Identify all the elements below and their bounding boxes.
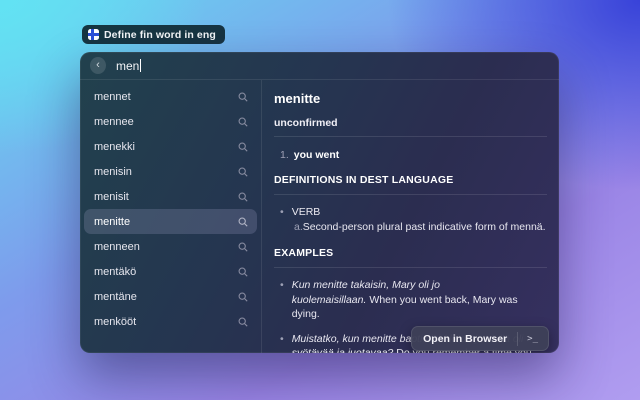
- detail-title: menitte: [274, 91, 547, 106]
- list-item[interactable]: menekki: [84, 134, 257, 159]
- search-icon: [238, 267, 248, 277]
- list-item[interactable]: menneen: [84, 234, 257, 259]
- detail-pane: menitte unconfirmed 1. you went DEFINITIO…: [262, 80, 559, 353]
- translation-text: you went: [294, 149, 340, 161]
- list-item[interactable]: menisin: [84, 159, 257, 184]
- divider: [274, 267, 547, 268]
- search-icon: [238, 242, 248, 252]
- definition-text: Second-person plural past indicative for…: [303, 221, 546, 233]
- part-of-speech-label: VERB: [292, 206, 321, 218]
- search-input[interactable]: men: [116, 59, 141, 73]
- search-icon: [238, 217, 248, 227]
- list-item-label: menekki: [94, 141, 135, 153]
- list-item-selected[interactable]: menitte: [84, 209, 257, 234]
- divider: [274, 136, 547, 137]
- example-text: Kun menitte takaisin, Mary oli jo kuolem…: [292, 278, 547, 321]
- desktop: { "hotkey_badge": { "label": "Define fin…: [0, 0, 640, 400]
- list-item-label: mentäkö: [94, 266, 136, 278]
- open-in-browser-label: Open in Browser: [423, 333, 517, 345]
- list-item-label: menisit: [94, 191, 129, 203]
- search-icon: [238, 317, 248, 327]
- chevron-left-icon: ‹: [96, 60, 100, 71]
- hotkey-badge[interactable]: Define fin word in eng: [82, 25, 225, 44]
- search-bar: ‹ men: [80, 52, 559, 80]
- search-icon: [238, 117, 248, 127]
- window-body: mennet mennee menekki menisin menisit me…: [80, 80, 559, 353]
- bullet-icon: •: [280, 206, 284, 218]
- list-item[interactable]: mentäne: [84, 284, 257, 309]
- list-item-label: mennee: [94, 116, 134, 128]
- search-icon: [238, 167, 248, 177]
- open-in-browser-button[interactable]: Open in Browser >_: [411, 326, 549, 351]
- examples-header: EXAMPLES: [274, 247, 547, 259]
- example-item: • Kun menitte takaisin, Mary oli jo kuol…: [280, 278, 547, 321]
- bullet-icon: •: [280, 332, 284, 353]
- word-list: mennet mennee menekki menisin menisit me…: [80, 80, 262, 353]
- finnish-flag-icon: [88, 29, 99, 40]
- list-item-label: mentäne: [94, 291, 137, 303]
- list-item[interactable]: mennee: [84, 109, 257, 134]
- list-item-label: menisin: [94, 166, 132, 178]
- translation-number: 1.: [280, 149, 289, 161]
- list-item[interactable]: mentäkö: [84, 259, 257, 284]
- search-icon: [238, 142, 248, 152]
- text-caret: [140, 59, 141, 72]
- part-of-speech: • VERB: [280, 206, 547, 218]
- back-button[interactable]: ‹: [90, 57, 106, 74]
- list-item-label: mennet: [94, 91, 131, 103]
- definitions-header: DEFINITIONS IN DEST LANGUAGE: [274, 174, 547, 186]
- search-icon: [238, 292, 248, 302]
- list-item-label: menitte: [94, 216, 130, 228]
- list-item-label: menkööt: [94, 316, 136, 328]
- search-icon: [238, 192, 248, 202]
- list-item[interactable]: menkööt: [84, 309, 257, 334]
- hotkey-badge-label: Define fin word in eng: [104, 29, 216, 41]
- list-item-label: menneen: [94, 241, 140, 253]
- enter-key-icon: >_: [517, 332, 541, 346]
- bullet-icon: •: [280, 278, 284, 321]
- search-icon: [238, 92, 248, 102]
- search-input-value: men: [116, 59, 139, 73]
- launcher-window: ‹ men mennet mennee menekki menisin meni…: [80, 52, 559, 353]
- list-item[interactable]: menisit: [84, 184, 257, 209]
- detail-status: unconfirmed: [274, 117, 547, 129]
- divider: [274, 194, 547, 195]
- translation-item: 1. you went: [280, 149, 547, 161]
- list-item[interactable]: mennet: [84, 84, 257, 109]
- definition: a.Second-person plural past indicative f…: [294, 220, 547, 234]
- definition-letter: a.: [294, 221, 303, 233]
